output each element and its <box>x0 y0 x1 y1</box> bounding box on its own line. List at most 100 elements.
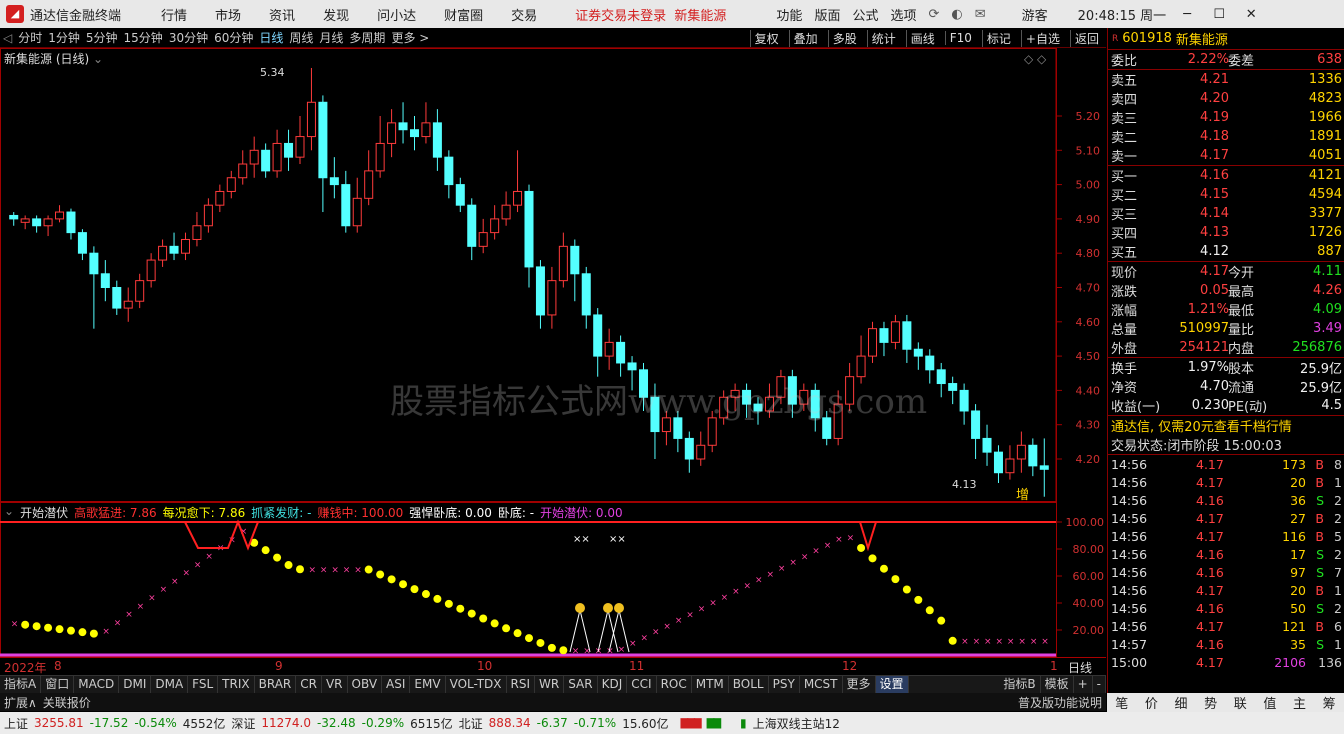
tab-chuangkou[interactable]: 窗口 <box>41 676 75 693</box>
tab-mtm[interactable]: MTM <box>692 676 729 693</box>
tab-macd[interactable]: MACD <box>74 676 120 693</box>
btn-fanhui[interactable]: 返回 <box>1069 29 1103 47</box>
side-tab-zhu[interactable]: 主 <box>1285 693 1315 712</box>
close-icon[interactable]: ✕ <box>1240 7 1262 22</box>
tab-roc[interactable]: ROC <box>657 676 692 693</box>
menu-zixun[interactable]: 资讯 <box>269 5 295 24</box>
server-label[interactable]: 上海双线主站12 <box>753 715 840 732</box>
side-tab-zhi[interactable]: 值 <box>1255 693 1285 712</box>
btn-tongji[interactable]: 统计 <box>866 29 900 47</box>
period-30min[interactable]: 30分钟 <box>169 29 208 46</box>
bz-label[interactable]: 北证 <box>459 715 483 732</box>
menu-gongshi[interactable]: 公式 <box>852 5 878 24</box>
tab-plus[interactable]: + <box>1074 676 1093 693</box>
kline-chart[interactable]: 5.20 5.10 5.00 4.90 4.80 4.70 4.60 4.50 4.40 4.30… <box>0 48 1106 503</box>
tick-row: 14:56 4.16 97 S 7 <box>1108 563 1344 581</box>
tab-vol-tdx[interactable]: VOL-TDX <box>446 676 507 693</box>
indicator-dropdown-icon[interactable]: ⌄ <box>4 504 14 521</box>
menu-banmian[interactable]: 版面 <box>814 5 840 24</box>
stock-name[interactable]: 新集能源 <box>1176 29 1228 48</box>
tab-template[interactable]: 模板 <box>1041 676 1074 693</box>
btn-duogu[interactable]: 多股 <box>827 29 861 47</box>
side-tab-shi[interactable]: 势 <box>1196 693 1226 712</box>
menu-shichang[interactable]: 市场 <box>215 5 241 24</box>
skin-icon[interactable]: ◐ <box>951 7 962 22</box>
message-icon[interactable]: ✉ <box>975 7 986 22</box>
period-5min[interactable]: 5分钟 <box>86 29 118 46</box>
tab-psy[interactable]: PSY <box>769 676 800 693</box>
chart-options-icon[interactable]: ◇ ◇ <box>1024 52 1046 66</box>
stock-code[interactable]: 601918 <box>1122 31 1172 46</box>
period-weekly[interactable]: 周线 <box>289 29 313 46</box>
side-tab-xi[interactable]: 细 <box>1166 693 1196 712</box>
btn-f10[interactable]: F10 <box>944 31 976 45</box>
btn-huaxian[interactable]: 画线 <box>905 29 939 47</box>
tab-vr[interactable]: VR <box>322 676 348 693</box>
period-multi[interactable]: 多周期 <box>349 29 385 46</box>
collapse-icon[interactable]: ◁ <box>3 31 12 45</box>
tab-kdj[interactable]: KDJ <box>598 676 628 693</box>
indicator-name[interactable]: 开始潜伏 <box>20 504 68 521</box>
refresh-icon[interactable]: ⟳ <box>928 7 939 22</box>
tab-zhibiao-b[interactable]: 指标B <box>999 676 1041 693</box>
menu-gongneng[interactable]: 功能 <box>776 5 802 24</box>
sh-label[interactable]: 上证 <box>4 715 28 732</box>
tab-dma[interactable]: DMA <box>151 676 189 693</box>
tab-wr[interactable]: WR <box>535 676 565 693</box>
btn-biaoji[interactable]: 标记 <box>981 29 1015 47</box>
indicator-panel[interactable]: 100.00 80.00 60.00 40.00 20.00 × × × × × × × × × × × × × ×… <box>0 502 1106 657</box>
expand-button[interactable]: 扩展∧ <box>4 694 37 711</box>
period-fenshi[interactable]: 分时 <box>18 29 42 46</box>
period-15min[interactable]: 15分钟 <box>124 29 163 46</box>
tab-emv[interactable]: EMV <box>410 676 446 693</box>
feature-desc-link[interactable]: 普及版功能说明 <box>1018 694 1102 711</box>
minimize-icon[interactable]: ─ <box>1176 7 1198 22</box>
tab-dmi[interactable]: DMI <box>119 676 152 693</box>
login-warning[interactable]: 证券交易未登录 新集能源 <box>575 5 726 24</box>
period-more[interactable]: 更多 > <box>391 29 429 46</box>
tab-brar[interactable]: BRAR <box>255 676 297 693</box>
period-daily[interactable]: 日线 <box>259 29 283 46</box>
tab-rsi[interactable]: RSI <box>507 676 536 693</box>
date-period[interactable]: 日线 <box>1068 659 1092 676</box>
menu-hangqing[interactable]: 行情 <box>161 5 187 24</box>
maximize-icon[interactable]: ☐ <box>1208 7 1230 22</box>
menu-faxian[interactable]: 发现 <box>323 5 349 24</box>
menu-caifuquan[interactable]: 财富圈 <box>444 5 483 24</box>
stat-value-2: 3.49 <box>1313 321 1342 336</box>
sz-label[interactable]: 深证 <box>231 715 255 732</box>
side-tab-bi[interactable]: 笔 <box>1107 693 1137 712</box>
tab-cr[interactable]: CR <box>296 676 322 693</box>
period-monthly[interactable]: 月线 <box>319 29 343 46</box>
tick-volume: 173 <box>1282 456 1306 472</box>
tab-boll[interactable]: BOLL <box>729 676 769 693</box>
side-tab-jia[interactable]: 价 <box>1137 693 1167 712</box>
tab-fsl[interactable]: FSL <box>188 676 219 693</box>
btn-fuquan[interactable]: 复权 <box>749 29 783 47</box>
tab-cci[interactable]: CCI <box>627 676 657 693</box>
guest-label[interactable]: 游客 <box>1022 5 1048 24</box>
side-tab-chou[interactable]: 筹 <box>1314 693 1344 712</box>
tab-more[interactable]: 更多 <box>843 676 876 693</box>
menu-xuanxiang[interactable]: 选项 <box>890 5 916 24</box>
tab-zhibiao-a[interactable]: 指标A <box>0 676 42 693</box>
btn-zixuan[interactable]: +自选 <box>1020 29 1064 47</box>
tab-obv[interactable]: OBV <box>348 676 383 693</box>
tab-minus[interactable]: - <box>1093 676 1106 693</box>
menu-wenxiaoda[interactable]: 问小达 <box>377 5 416 24</box>
tab-sar[interactable]: SAR <box>564 676 598 693</box>
tab-asi[interactable]: ASI <box>382 676 411 693</box>
chart-dropdown-icon[interactable]: ⌄ <box>93 52 103 66</box>
osc-cross-up: × <box>801 552 809 562</box>
ad-banner[interactable]: 通达信, 仅需20元查看千档行情 <box>1108 416 1344 435</box>
period-1min[interactable]: 1分钟 <box>48 29 80 46</box>
tab-trix[interactable]: TRIX <box>218 676 255 693</box>
tab-mcst[interactable]: MCST <box>800 676 843 693</box>
side-tab-lian[interactable]: 联 <box>1226 693 1256 712</box>
tab-settings[interactable]: 设置 <box>875 676 909 693</box>
btn-diejia[interactable]: 叠加 <box>788 29 822 47</box>
menu-jiaoyi[interactable]: 交易 <box>511 5 537 24</box>
buy-row: 买四 4.13 1726 <box>1108 223 1344 242</box>
related-quotes-link[interactable]: 关联报价 <box>43 694 91 711</box>
period-60min[interactable]: 60分钟 <box>214 29 253 46</box>
